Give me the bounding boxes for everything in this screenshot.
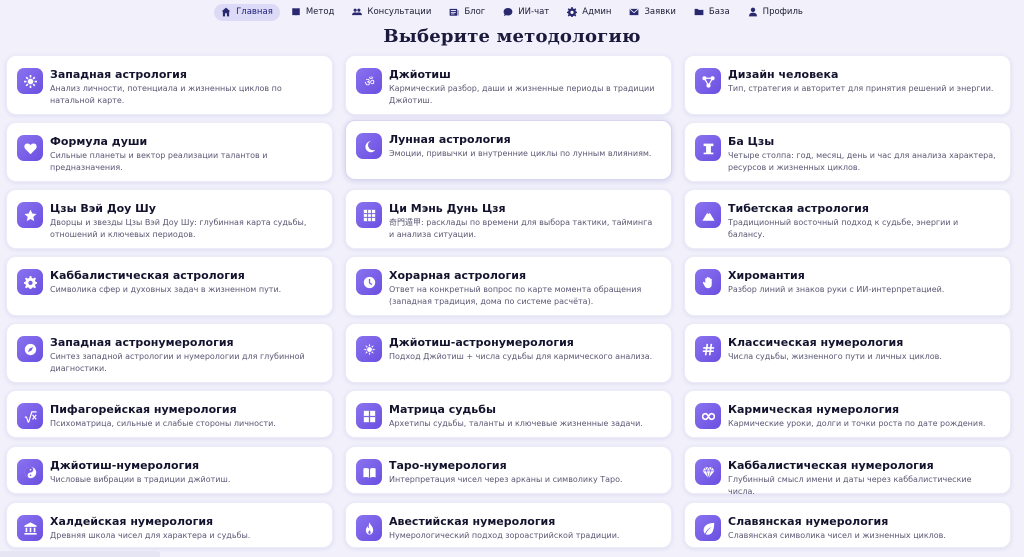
card-description: Глубинный смысл имени и даты через кабба… [728, 475, 972, 496]
card-title: Хиромантия [728, 269, 805, 282]
card-title: Джйотиш-нумерология [50, 459, 200, 472]
card-description: Ответ на конкретный вопрос по карте моме… [389, 285, 642, 306]
card-title: Халдейская нумерология [50, 515, 214, 528]
temple-icon [17, 515, 43, 541]
card-description: Кармический разбор, даши и жизненные пер… [389, 84, 655, 105]
methodology-card[interactable]: Классическая нумерология Числа судьбы, жи… [684, 323, 1011, 383]
sunburst-icon [356, 336, 382, 362]
grid-icon [356, 202, 382, 228]
card-title: Формула души [50, 135, 148, 148]
infinity-icon [695, 403, 721, 429]
hand-icon [695, 269, 721, 295]
methodology-card[interactable]: ॐ Джйотиш Кармический разбор, даши и жизне… [345, 55, 672, 115]
methodology-card[interactable]: Кармическая нумерология Кармические уроки… [684, 390, 1011, 438]
card-description: Символика сфер и духовных задач в жизнен… [50, 285, 282, 294]
yin-yang-icon [17, 459, 43, 485]
card-title: Авестийская нумерология [389, 515, 556, 528]
card-title: Лунная астрология [389, 133, 511, 146]
methodology-card[interactable]: Формула души Сильные планеты и вектор реа… [6, 122, 333, 182]
matrix-icon [356, 403, 382, 429]
methodology-card[interactable]: Ба Цзы Четыре столпа: год, месяц, день и … [684, 122, 1011, 182]
methodology-card[interactable]: Таро-нумерология Интерпретация чисел чере… [345, 446, 672, 494]
open-book-icon [356, 459, 382, 485]
card-description: Кармические уроки, долги и точки роста п… [728, 419, 986, 428]
methodology-card[interactable]: Лунная астрология Эмоции, привычки и внут… [345, 120, 672, 180]
card-description: 奇門遁甲: расклады по времени для выбора так… [389, 218, 653, 239]
card-title: Пифагорейская нумерология [50, 403, 237, 416]
card-description: Сильные планеты и вектор реализации тала… [50, 151, 268, 172]
methodology-card[interactable]: Халдейская нумерология Древняя школа чисе… [6, 502, 333, 548]
methodology-card[interactable]: Джйотиш-астронумерология Подход Джйотиш +… [345, 323, 672, 383]
leaf-icon [695, 515, 721, 541]
card-title: Классическая нумерология [728, 336, 904, 349]
om-icon: ॐ [356, 68, 382, 94]
card-description: Нумерологический подход зороастрийской т… [389, 531, 620, 540]
hash-icon [695, 336, 721, 362]
methodology-card[interactable]: Джйотиш-нумерология Числовые вибрации в т… [6, 446, 333, 494]
methodology-card[interactable]: Цзы Вэй Доу Шу Дворцы и звезды Цзы Вэй До… [6, 189, 333, 249]
methodology-card[interactable]: Каббалистическая нумерология Глубинный см… [684, 446, 1011, 496]
card-title: Цзы Вэй Доу Шу [50, 202, 156, 215]
card-description: Дворцы и звезды Цзы Вэй Доу Шу: глубинна… [50, 218, 307, 239]
mountain-icon [695, 202, 721, 228]
card-description: Традиционный восточный подход к судьбе, … [728, 218, 959, 239]
card-title: Джйотиш-астронумерология [389, 336, 574, 349]
card-title: Таро-нумерология [389, 459, 507, 472]
methodology-card[interactable]: Дизайн человека Тип, стратегия и авторите… [684, 55, 1011, 115]
card-title: Джйотиш [389, 68, 451, 81]
card-title: Каббалистическая астрология [50, 269, 245, 282]
card-description: Числовые вибрации в традиции джйотиш. [50, 475, 231, 484]
methodology-grid: Западная астрология Анализ личности, поте… [0, 0, 1024, 557]
clock-icon [356, 269, 382, 295]
methodology-card[interactable]: Каббалистическая астрология Символика сфе… [6, 256, 333, 316]
methodology-card[interactable]: Западная астрология Анализ личности, поте… [6, 55, 333, 115]
card-title: Ба Цзы [728, 135, 775, 148]
card-title: Матрица судьбы [389, 403, 496, 416]
card-title: Тибетская астрология [728, 202, 869, 215]
status-bar [0, 551, 160, 557]
card-description: Славянская символика чисел и жизненных ц… [728, 531, 946, 540]
card-description: Разбор линий и знаков руки с ИИ-интерпре… [728, 285, 945, 294]
methodology-card[interactable]: Славянская нумерология Славянская символи… [684, 502, 1011, 548]
card-title: Славянская нумерология [728, 515, 889, 528]
card-description: Интерпретация чисел через арканы и симво… [389, 475, 623, 484]
card-description: Эмоции, привычки и внутренние циклы по л… [389, 149, 652, 158]
card-description: Подход Джйотиш + числа судьбы для кармич… [389, 352, 653, 361]
card-title: Ци Мэнь Дунь Цзя [389, 202, 506, 215]
heart-icon [17, 135, 43, 161]
flame-icon [356, 515, 382, 541]
card-title: Кармическая нумерология [728, 403, 900, 416]
card-description: Древняя школа чисел для характера и судь… [50, 531, 251, 540]
card-description: Психоматрица, сильные и слабые стороны л… [50, 419, 276, 428]
card-title: Западная астрология [50, 68, 187, 81]
card-description: Тип, стратегия и авторитет для принятия … [728, 84, 994, 93]
card-title: Дизайн человека [728, 68, 839, 81]
star-icon [17, 202, 43, 228]
methodology-card[interactable]: Тибетская астрология Традиционный восточн… [684, 189, 1011, 249]
card-title: Каббалистическая нумерология [728, 459, 934, 472]
card-title: Хорарная астрология [389, 269, 527, 282]
pillars-icon [695, 135, 721, 161]
methodology-card[interactable]: Ци Мэнь Дунь Цзя 奇門遁甲: расклады по времен… [345, 189, 672, 249]
sqrt-icon [17, 403, 43, 429]
sun-gear-icon [17, 68, 43, 94]
svg-text:ॐ: ॐ [364, 75, 374, 88]
nodes-icon [695, 68, 721, 94]
moon-icon [356, 133, 382, 159]
card-title: Западная астронумерология [50, 336, 234, 349]
card-description: Числа судьбы, жизненного пути и личных ц… [728, 352, 942, 361]
card-description: Синтез западной астрологии и нумерологии… [50, 352, 305, 373]
card-description: Четыре столпа: год, месяц, день и час дл… [728, 151, 996, 172]
methodology-card[interactable]: Пифагорейская нумерология Психоматрица, с… [6, 390, 333, 438]
cog-icon [17, 269, 43, 295]
methodology-card[interactable]: Западная астронумерология Синтез западной… [6, 323, 333, 383]
methodology-card[interactable]: Авестийская нумерология Нумерологический … [345, 502, 672, 548]
gem-icon [695, 459, 721, 485]
methodology-card[interactable]: Хорарная астрология Ответ на конкретный в… [345, 256, 672, 316]
methodology-card[interactable]: Матрица судьбы Архетипы судьбы, таланты и… [345, 390, 672, 438]
card-description: Архетипы судьбы, таланты и ключевые жизн… [389, 419, 643, 428]
compass-icon [17, 336, 43, 362]
card-description: Анализ личности, потенциала и жизненных … [50, 84, 282, 105]
methodology-card[interactable]: Хиромантия Разбор линий и знаков руки с И… [684, 256, 1011, 316]
